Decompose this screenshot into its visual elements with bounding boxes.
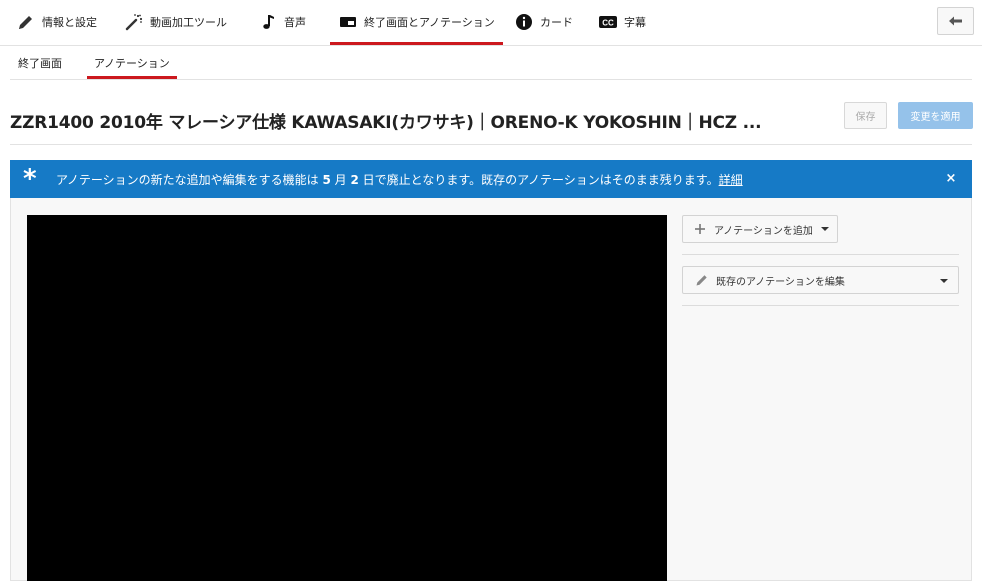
tab-info-settings[interactable]: 情報と設定 — [16, 0, 97, 44]
subtab-label: 終了画面 — [18, 56, 62, 70]
tab-label: 情報と設定 — [42, 16, 97, 29]
apply-changes-button[interactable]: 変更を適用 — [898, 102, 973, 129]
music-note-icon — [258, 12, 278, 32]
notice-message: アノテーションの新たな追加や編集をする機能は 5 月 2 日で廃止となります。既… — [56, 173, 743, 187]
tab-label: 動画加工ツール — [150, 16, 227, 29]
save-button[interactable]: 保存 — [844, 102, 887, 129]
edit-existing-annotations-dropdown[interactable]: 既存のアノテーションを編集 — [682, 266, 959, 294]
tab-subtitles[interactable]: CC 字幕 — [598, 0, 646, 44]
video-player[interactable] — [27, 215, 667, 581]
back-arrow-icon — [948, 12, 964, 31]
pencil-icon — [16, 12, 36, 32]
video-title: ZZR1400 2010年 マレーシア仕様 KAWASAKI(カワサキ)｜ORE… — [10, 113, 762, 133]
end-screen-icon — [338, 12, 358, 32]
plus-icon — [695, 224, 705, 234]
tab-end-screen-annotations[interactable]: 終了画面とアノテーション — [330, 0, 503, 45]
subtab-annotations[interactable]: アノテーション — [87, 46, 177, 79]
tab-video-enhancements[interactable]: 動画加工ツール — [124, 0, 227, 44]
divider — [682, 305, 959, 306]
close-icon[interactable]: × — [943, 170, 959, 186]
deprecation-notice-banner: * アノテーションの新たな追加や編集をする機能は 5 月 2 日で廃止となります… — [10, 160, 972, 198]
svg-text:CC: CC — [602, 18, 614, 27]
asterisk-icon: * — [23, 164, 37, 194]
subtab-label: アノテーション — [94, 56, 170, 70]
tab-label: カード — [540, 16, 573, 29]
pencil-icon — [695, 273, 709, 287]
back-button[interactable] — [937, 7, 974, 35]
details-link[interactable]: 詳細 — [719, 173, 743, 187]
info-icon — [514, 12, 534, 32]
edit-existing-label: 既存のアノテーションを編集 — [716, 276, 845, 288]
chevron-down-icon — [820, 227, 829, 231]
tab-label: 音声 — [284, 16, 306, 29]
add-annotation-label: アノテーションを追加 — [714, 225, 813, 237]
tab-cards[interactable]: カード — [514, 0, 573, 44]
divider — [10, 144, 972, 145]
chevron-down-icon — [940, 279, 948, 283]
magic-wand-icon — [124, 12, 144, 32]
top-tab-bar: 情報と設定 動画加工ツール 音声 終了画面とアノテーション カード CC 字幕 — [0, 0, 982, 46]
sub-tab-bar: 終了画面 アノテーション — [10, 46, 972, 80]
tab-audio[interactable]: 音声 — [258, 0, 306, 44]
subtab-end-screen[interactable]: 終了画面 — [18, 46, 62, 79]
add-annotation-button[interactable]: アノテーションを追加 — [682, 215, 838, 243]
tab-label: 字幕 — [624, 16, 646, 29]
tab-label: 終了画面とアノテーション — [364, 16, 495, 29]
cc-icon: CC — [598, 12, 618, 32]
divider — [682, 254, 959, 255]
